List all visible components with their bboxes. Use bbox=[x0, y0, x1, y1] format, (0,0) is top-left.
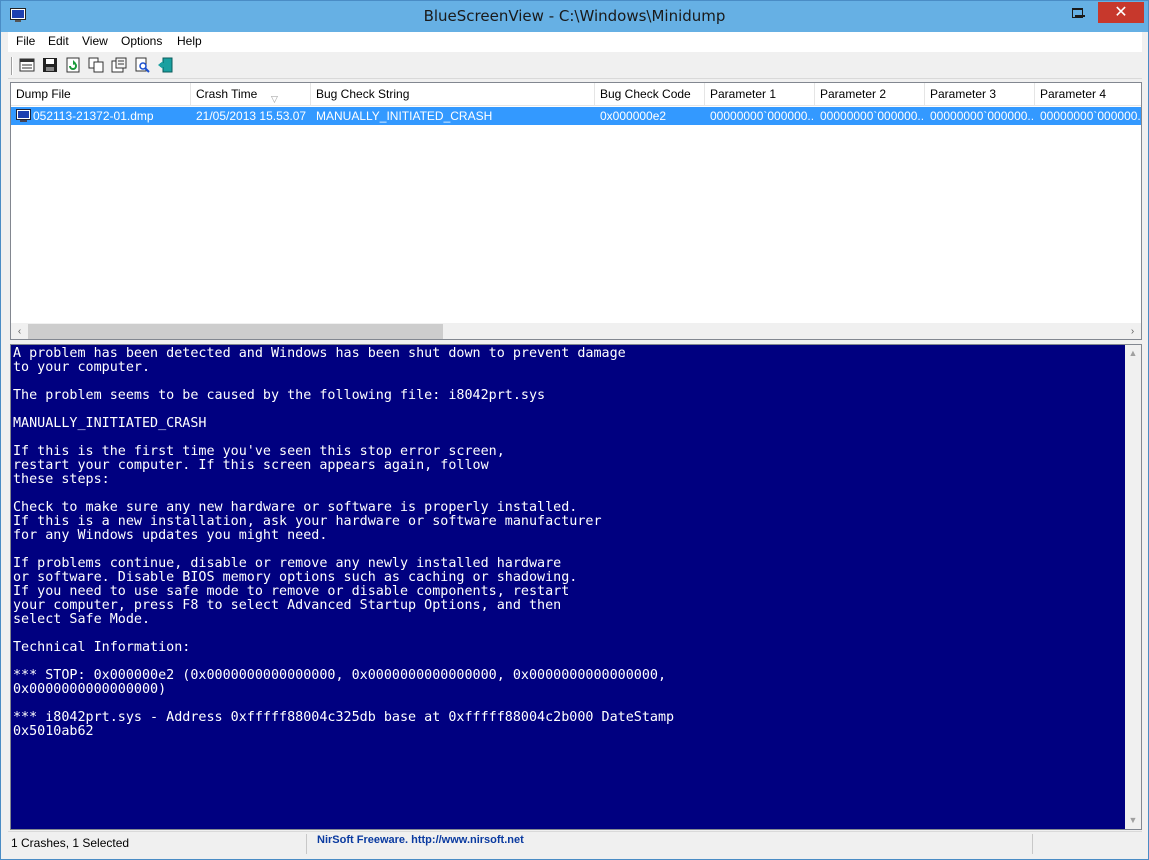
column-label: Crash Time bbox=[196, 87, 258, 101]
horizontal-scrollbar[interactable]: ‹ › bbox=[11, 323, 1141, 339]
status-crash-count: 1 Crashes, 1 Selected bbox=[11, 836, 130, 850]
menu-file[interactable]: File bbox=[16, 34, 35, 48]
column-header-bug-check-string[interactable]: Bug Check String bbox=[311, 83, 595, 106]
column-label: Parameter 1 bbox=[710, 87, 777, 101]
find-icon[interactable] bbox=[134, 57, 150, 73]
toolbar-grip bbox=[11, 57, 13, 75]
close-icon: ✕ bbox=[1114, 2, 1128, 21]
menu-bar: File Edit View Options Help bbox=[8, 32, 1142, 52]
column-header-parameter-1[interactable]: Parameter 1 bbox=[705, 83, 815, 106]
html-report-icon[interactable] bbox=[111, 57, 127, 73]
column-header-dump-file[interactable]: Dump File bbox=[11, 83, 191, 106]
column-header-parameter-2[interactable]: Parameter 2 bbox=[815, 83, 925, 106]
status-divider bbox=[1032, 834, 1033, 854]
exit-icon[interactable] bbox=[157, 57, 173, 73]
window-title: BlueScreenView - C:\Windows\Minidump bbox=[423, 7, 726, 25]
cell-parameter-3: 00000000`000000... bbox=[930, 109, 1035, 123]
refresh-icon[interactable] bbox=[65, 57, 81, 73]
cell-parameter-1: 00000000`000000... bbox=[710, 109, 815, 123]
scroll-right-icon[interactable]: › bbox=[1124, 323, 1141, 339]
close-button[interactable]: ✕ bbox=[1098, 2, 1144, 23]
copy-icon[interactable] bbox=[88, 57, 104, 73]
app-window: BlueScreenView - C:\Windows\Minidump ✕ F… bbox=[0, 0, 1149, 860]
column-header-crash-time[interactable]: Crash Time ▽ bbox=[191, 83, 311, 106]
cell-crash-time: 21/05/2013 15.53.07 bbox=[196, 109, 307, 123]
scroll-down-icon[interactable]: ▼ bbox=[1125, 812, 1141, 828]
maximize-icon bbox=[1072, 8, 1083, 18]
vertical-scrollbar[interactable]: ▲ ▼ bbox=[1125, 345, 1141, 829]
cell-bug-check-string: MANUALLY_INITIATED_CRASH bbox=[316, 109, 493, 123]
column-label: Bug Check Code bbox=[600, 87, 691, 101]
column-header-bug-check-code[interactable]: Bug Check Code bbox=[595, 83, 705, 106]
cell-parameter-4: 00000000`000000... bbox=[1040, 109, 1141, 123]
column-label: Parameter 2 bbox=[820, 87, 887, 101]
column-header-parameter-3[interactable]: Parameter 3 bbox=[925, 83, 1035, 106]
column-label: Parameter 3 bbox=[930, 87, 997, 101]
cell-bug-check-code: 0x000000e2 bbox=[600, 109, 667, 123]
cell-parameter-2: 00000000`000000... bbox=[820, 109, 925, 123]
save-icon[interactable] bbox=[42, 57, 58, 73]
properties-icon[interactable] bbox=[19, 57, 35, 73]
scroll-left-icon[interactable]: ‹ bbox=[11, 323, 28, 339]
column-header-parameter-4[interactable]: Parameter 4 bbox=[1035, 83, 1141, 106]
column-label: Parameter 4 bbox=[1040, 87, 1107, 101]
status-bar: 1 Crashes, 1 Selected NirSoft Freeware. … bbox=[8, 831, 1142, 855]
menu-options[interactable]: Options bbox=[121, 34, 162, 48]
column-label: Bug Check String bbox=[316, 87, 410, 101]
sort-descending-icon: ▽ bbox=[271, 94, 278, 104]
crash-list[interactable]: Dump File Crash Time ▽ Bug Check String B… bbox=[10, 82, 1142, 340]
nirsoft-link[interactable]: NirSoft Freeware. http://www.nirsoft.net bbox=[317, 834, 524, 846]
scroll-thumb[interactable] bbox=[28, 324, 443, 339]
cell-dump-file: 052113-21372-01.dmp bbox=[33, 109, 154, 123]
menu-help[interactable]: Help bbox=[177, 34, 202, 48]
list-header: Dump File Crash Time ▽ Bug Check String B… bbox=[11, 83, 1141, 106]
bsod-preview-pane: A problem has been detected and Windows … bbox=[10, 344, 1142, 830]
menu-edit[interactable]: Edit bbox=[48, 34, 69, 48]
column-label: Dump File bbox=[16, 87, 71, 101]
status-divider bbox=[306, 834, 307, 854]
bsod-text: A problem has been detected and Windows … bbox=[11, 345, 1125, 829]
toolbar bbox=[8, 53, 1142, 79]
menu-view[interactable]: View bbox=[82, 34, 108, 48]
title-bar[interactable]: BlueScreenView - C:\Windows\Minidump ✕ bbox=[1, 1, 1148, 32]
scroll-up-icon[interactable]: ▲ bbox=[1125, 345, 1141, 361]
table-row[interactable]: 052113-21372-01.dmp 21/05/2013 15.53.07 … bbox=[11, 107, 1141, 125]
